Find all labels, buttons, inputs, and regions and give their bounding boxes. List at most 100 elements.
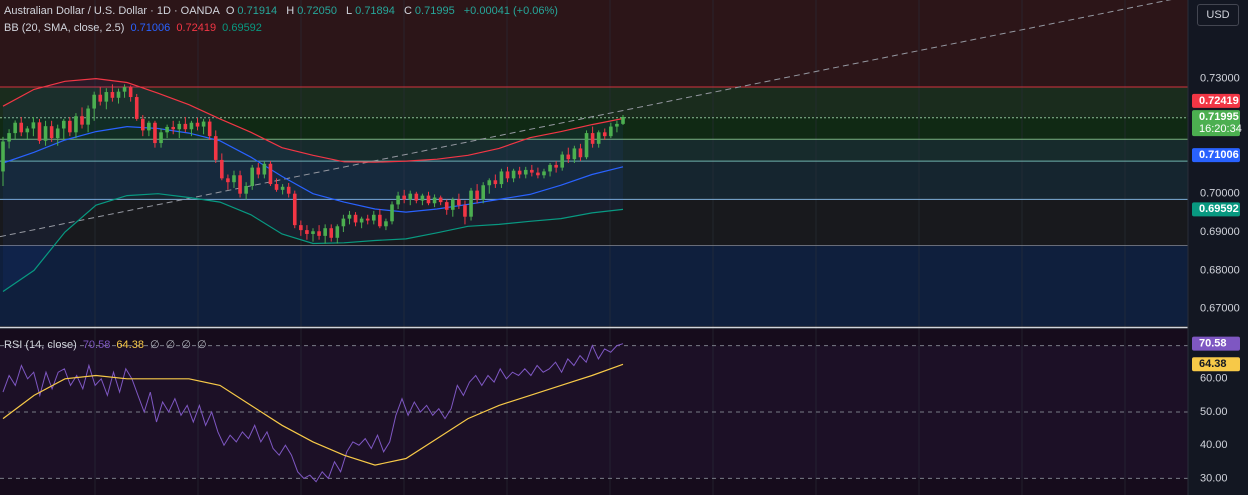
candle	[584, 130, 589, 160]
candle-body	[523, 169, 528, 175]
candle-body	[280, 186, 285, 190]
candle-body	[578, 148, 583, 158]
candle	[469, 187, 473, 221]
rsi-tick-label: 50.00	[1200, 406, 1228, 418]
candle-body	[444, 202, 449, 210]
candle-body	[335, 226, 340, 238]
candle-body	[481, 185, 485, 200]
rsi-tick-label: 30.00	[1200, 472, 1228, 484]
candle-body	[554, 164, 558, 168]
candle-body	[432, 197, 437, 204]
currency-button[interactable]: USD	[1197, 4, 1239, 26]
rsi-ma-value: 64.38	[116, 339, 144, 351]
candle-body	[493, 180, 498, 185]
candle-body	[274, 184, 279, 190]
candle-body	[213, 136, 218, 160]
price-badge-countdown: 16:20:34	[1199, 123, 1242, 135]
candle-body	[226, 178, 230, 183]
candle-body	[86, 108, 90, 125]
trading-chart[interactable]: 0.670000.680000.690000.700000.710000.720…	[0, 0, 1248, 495]
rsi-label: RSI (14, close)	[4, 339, 77, 351]
candle-body	[159, 132, 163, 144]
candle-body	[420, 195, 425, 201]
candle-body	[195, 122, 200, 127]
candle-body	[402, 195, 406, 200]
candle-body	[365, 218, 370, 221]
candle-body	[621, 116, 625, 124]
candle-body	[615, 123, 619, 127]
bb-legend[interactable]: BB (20, SMA, close, 2.5) 0.71006 0.72419…	[4, 22, 265, 34]
candle-body	[189, 122, 194, 130]
bb-upper-value: 0.72419	[176, 22, 217, 34]
candle-body	[262, 163, 267, 175]
candle-body	[238, 175, 242, 194]
candle-body	[1, 141, 5, 172]
candle-body	[329, 228, 334, 238]
candle-body	[7, 133, 11, 142]
candle-body	[505, 171, 510, 179]
candle-body	[61, 120, 66, 129]
price-badge: 0.71006	[1192, 148, 1240, 163]
candle-body	[31, 122, 36, 129]
price-badge-text: 0.71006	[1199, 149, 1239, 161]
bb-label: BB (20, SMA, close, 2.5)	[4, 22, 125, 34]
candle-body	[55, 128, 60, 139]
symbol-title: Australian Dollar / U.S. Dollar · 1D · O…	[4, 5, 220, 17]
candle-body	[165, 126, 169, 133]
candle	[268, 161, 273, 187]
ohlc-close: C 0.71995	[403, 5, 455, 17]
candle-body	[256, 167, 261, 175]
candle-body	[359, 218, 364, 223]
candle-body	[542, 171, 546, 176]
candle-body	[353, 214, 358, 223]
candle-body	[609, 126, 613, 137]
candle-body	[487, 180, 492, 186]
candle-body	[292, 193, 297, 226]
rsi-empty-value: ∅	[165, 339, 176, 351]
candle-body	[141, 118, 145, 131]
rsi-empty-value: ∅	[181, 339, 191, 351]
ohlc-open: O 0.71914	[225, 5, 278, 17]
price-badge: 0.7199516:20:34	[1192, 110, 1242, 137]
ohlc-high: H 0.72050	[286, 5, 337, 17]
candle-body	[341, 218, 346, 227]
candle-body	[499, 171, 504, 185]
candle-body	[244, 186, 248, 194]
candle-body	[286, 186, 291, 194]
candle-body	[201, 121, 206, 127]
zone-band	[0, 245, 1188, 326]
rsi-badge: 64.38	[1192, 357, 1240, 372]
candle-body	[232, 175, 236, 183]
candle-body	[517, 170, 522, 175]
rsi-tick-label: 60.00	[1200, 373, 1228, 385]
candle	[37, 118, 42, 144]
candle-body	[122, 87, 127, 92]
candle-body	[25, 128, 30, 133]
candle-body	[134, 97, 139, 119]
candle-body	[475, 190, 479, 200]
candle-body	[49, 126, 54, 139]
rsi-badge-text: 64.38	[1199, 358, 1227, 370]
bb-lower-value: 0.69592	[222, 22, 262, 34]
candle	[390, 201, 394, 225]
candle-body	[469, 190, 473, 217]
candle-body	[511, 170, 516, 179]
candle-body	[183, 123, 188, 130]
price-tick-label: 0.68000	[1200, 264, 1240, 276]
candle-body	[128, 87, 133, 98]
candle-body	[566, 154, 571, 160]
candle-body	[98, 94, 103, 102]
candle-body	[408, 193, 413, 200]
candle-body	[116, 91, 121, 98]
candle-body	[104, 92, 109, 102]
rsi-legend[interactable]: RSI (14, close) 70.58 64.38 ∅ ∅ ∅ ∅	[4, 338, 210, 351]
candle-body	[347, 214, 352, 219]
rsi-value: 70.58	[82, 339, 111, 351]
candle-body	[74, 116, 78, 133]
price-tick-label: 0.67000	[1200, 303, 1240, 315]
rsi-empty-value: ∅	[150, 339, 160, 351]
candle	[134, 93, 139, 121]
candle-body	[147, 122, 151, 131]
price-change: +0.00041 (+0.06%)	[463, 5, 558, 17]
candle-body	[390, 204, 394, 222]
